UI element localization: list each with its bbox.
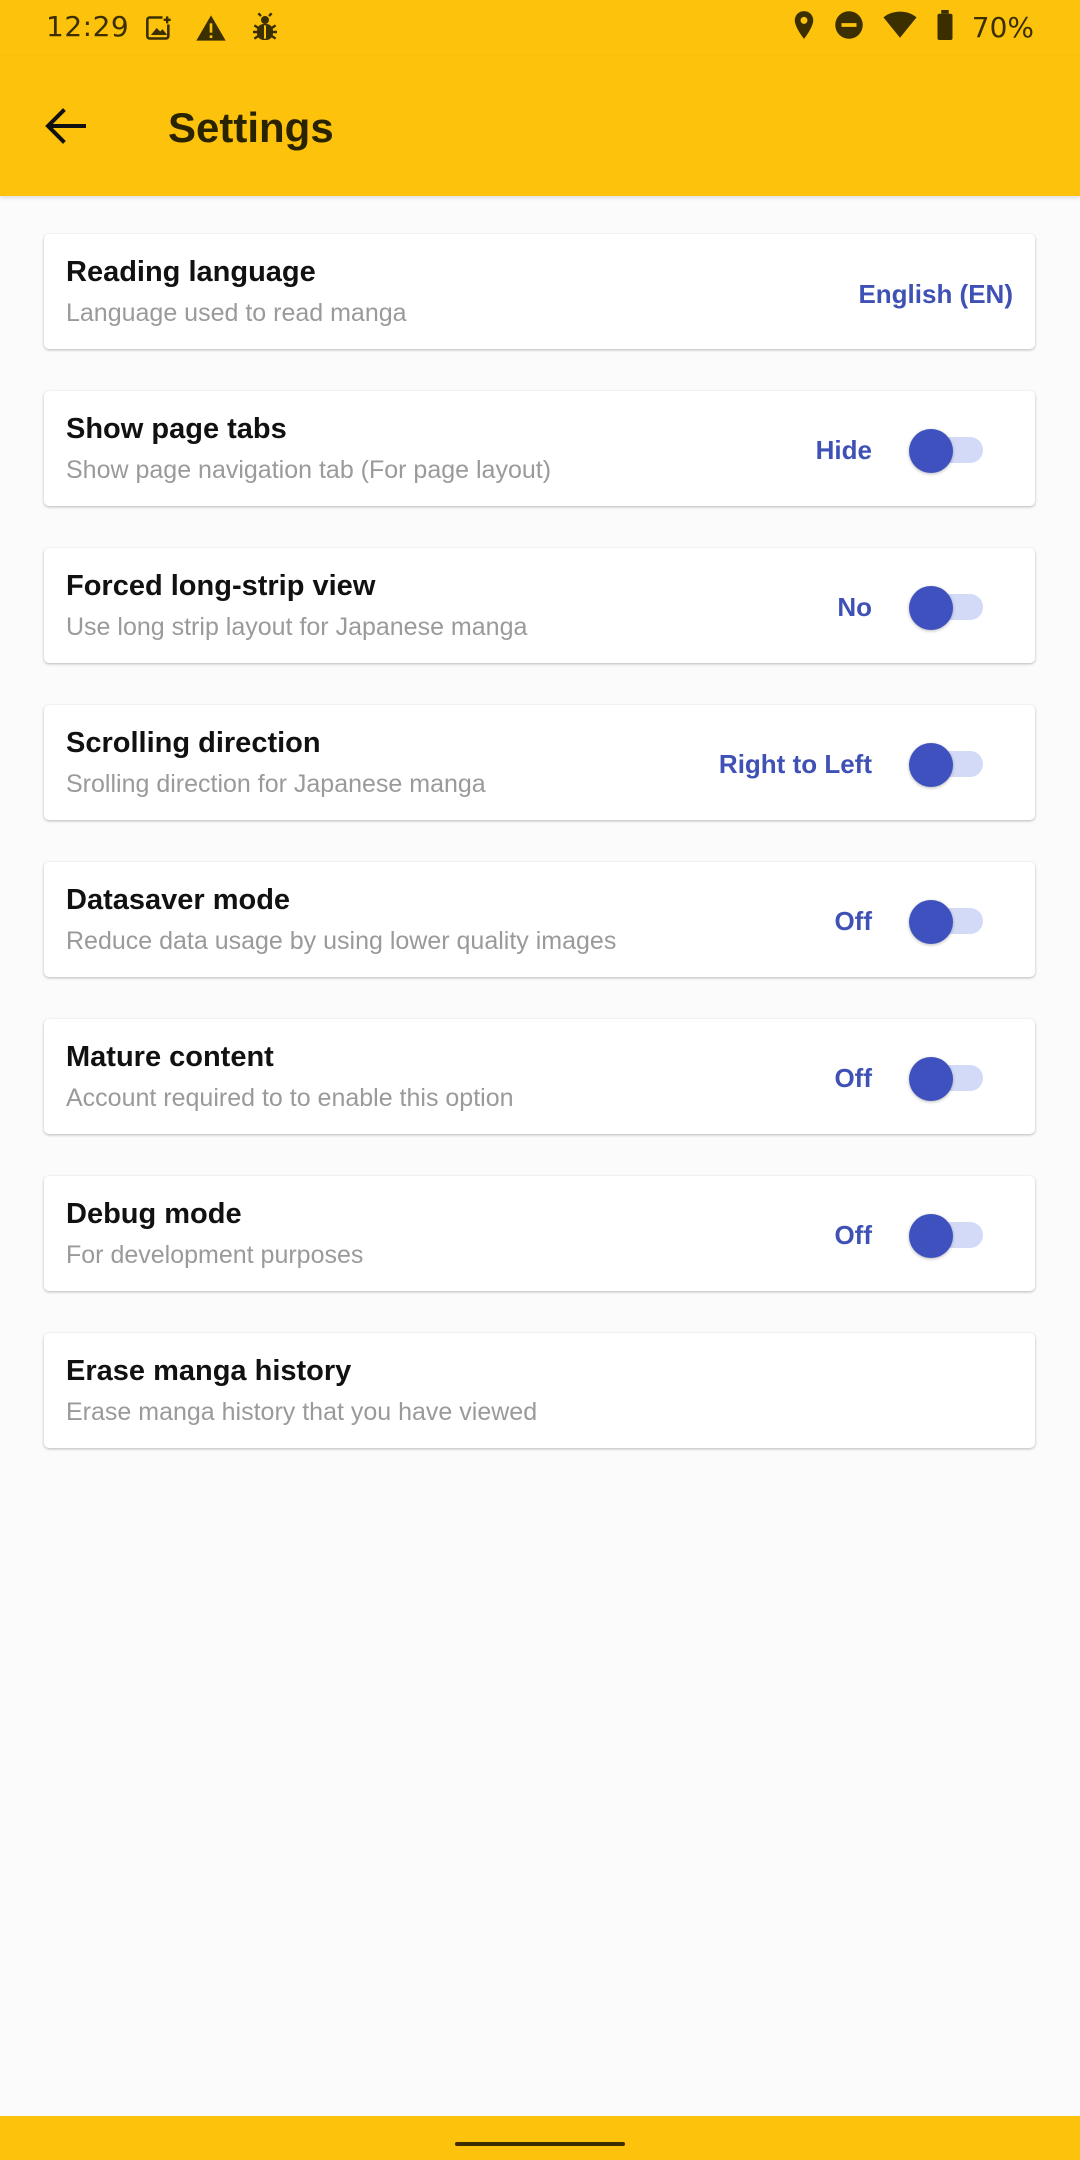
setting-datasaver-mode[interactable]: Datasaver mode Reduce data usage by usin… [44,862,1035,977]
setting-subtitle: For development purposes [66,1241,364,1269]
arrow-back-icon [45,108,86,144]
wifi-icon [882,11,918,44]
setting-value: Hide [815,435,872,465]
battery-icon [936,10,954,45]
mature-content-toggle[interactable] [909,1057,983,1101]
toggle-thumb [909,429,953,473]
toggle-thumb [909,586,953,630]
setting-mature-content[interactable]: Mature content Account required to to en… [44,1019,1035,1134]
setting-title: Reading language [66,256,316,288]
app-bar: Settings [0,56,1080,196]
battery-percentage: 70% [971,11,1034,44]
setting-title: Show page tabs [66,413,287,445]
page-title: Settings [168,104,334,151]
setting-value: No [837,592,872,622]
scrolling-direction-toggle[interactable] [909,743,983,787]
location-icon [792,10,816,45]
navigation-bar [0,2116,1080,2160]
setting-subtitle: Language used to read manga [66,299,407,327]
status-time: 12:29 [46,10,130,43]
back-button[interactable] [30,101,100,151]
toggle-thumb [909,900,953,944]
setting-erase-manga-history[interactable]: Erase manga history Erase manga history … [44,1333,1035,1448]
datasaver-mode-toggle[interactable] [909,900,983,944]
status-system-icons: 70% [792,10,1034,45]
debug-mode-toggle[interactable] [909,1214,983,1258]
setting-title: Datasaver mode [66,884,291,916]
setting-value: Off [834,1063,872,1093]
forced-long-strip-toggle[interactable] [909,586,983,630]
setting-debug-mode[interactable]: Debug mode For development purposes Off [44,1176,1035,1291]
setting-scrolling-direction[interactable]: Scrolling direction Srolling direction f… [44,705,1035,820]
setting-title: Debug mode [66,1198,242,1230]
setting-title: Scrolling direction [66,727,321,759]
setting-subtitle: Use long strip layout for Japanese manga [66,613,528,641]
toggle-thumb [909,743,953,787]
setting-subtitle: Srolling direction for Japanese manga [66,770,486,798]
setting-reading-language[interactable]: Reading language Language used to read m… [44,234,1035,349]
setting-title: Erase manga history [66,1355,352,1387]
setting-subtitle: Reduce data usage by using lower quality… [66,927,617,955]
show-page-tabs-toggle[interactable] [909,429,983,473]
setting-value[interactable]: English (EN) [858,279,1013,310]
setting-value: Off [834,906,872,936]
setting-title: Forced long-strip view [66,570,376,602]
bug-icon [249,12,281,49]
toggle-thumb [909,1214,953,1258]
home-gesture-handle[interactable] [455,2142,625,2146]
warning-icon [195,14,227,47]
setting-subtitle: Erase manga history that you have viewed [66,1398,538,1426]
setting-subtitle: Show page navigation tab (For page layou… [66,456,552,484]
status-notification-icons [145,12,281,49]
setting-forced-long-strip-view[interactable]: Forced long-strip view Use long strip la… [44,548,1035,663]
setting-subtitle: Account required to to enable this optio… [66,1084,514,1112]
do-not-disturb-icon [834,10,864,45]
setting-value: Right to Left [718,749,872,779]
toggle-thumb [909,1057,953,1101]
setting-show-page-tabs[interactable]: Show page tabs Show page navigation tab … [44,391,1035,506]
setting-value: Off [834,1220,872,1250]
status-bar: 12:29 70% [0,0,1080,56]
image-notification-icon [145,14,173,47]
setting-title: Mature content [66,1041,274,1073]
